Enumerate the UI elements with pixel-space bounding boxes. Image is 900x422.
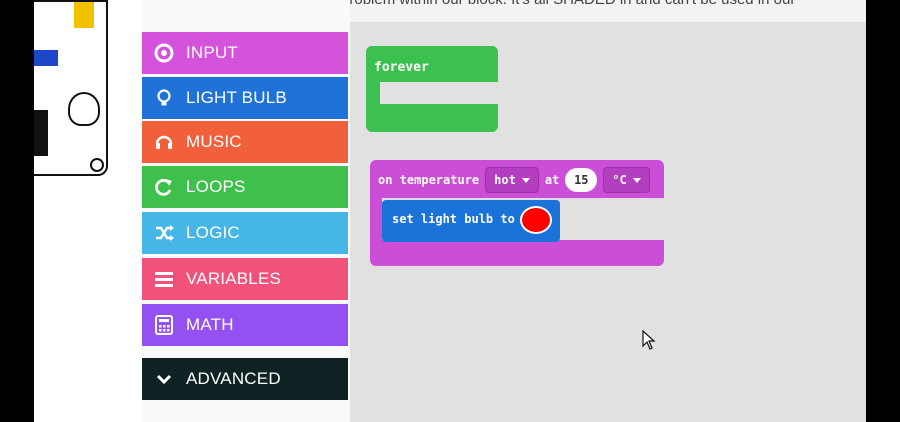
list-icon xyxy=(154,269,174,289)
mouse-cursor-icon xyxy=(642,329,656,355)
simulator-board[interactable] xyxy=(34,0,108,176)
caret-down-icon xyxy=(632,177,641,183)
toolbox-label: MATH xyxy=(186,315,234,334)
toolbox-loops[interactable]: LOOPS xyxy=(142,166,348,208)
toolbox-music[interactable]: MUSIC xyxy=(142,121,348,163)
unit-dropdown[interactable]: °C xyxy=(603,167,650,193)
toolbox-light-bulb[interactable]: LIGHT BULB xyxy=(142,77,348,119)
lightbulb-icon xyxy=(68,92,100,126)
shuffle-icon xyxy=(154,223,174,243)
forever-block[interactable]: forever xyxy=(366,46,498,132)
app-frame: still have a problem within our block. I… xyxy=(34,0,866,422)
blocks-workspace[interactable]: forever on temperature hot at 15 °C set … xyxy=(350,22,866,422)
toolbox-label: VARIABLES xyxy=(186,269,282,288)
caret-down-icon xyxy=(521,177,530,183)
toolbox-label: LOGIC xyxy=(186,223,240,242)
circle-dot-icon xyxy=(154,43,174,63)
toolbox-advanced[interactable]: ADVANCED xyxy=(142,358,348,400)
chevron-down-icon xyxy=(154,369,174,389)
toolbox-label: ADVANCED xyxy=(186,369,281,388)
toolbox-label: LOOPS xyxy=(186,177,246,196)
unit-value: °C xyxy=(612,173,627,187)
refresh-icon xyxy=(154,177,174,197)
color-picker[interactable] xyxy=(520,206,552,234)
lightbulb-icon xyxy=(154,88,174,108)
toolbox-math[interactable]: MATH xyxy=(142,304,348,346)
toolbox-label: LIGHT BULB xyxy=(186,88,287,107)
headphones-icon xyxy=(154,132,174,152)
right-letterbox xyxy=(866,0,900,422)
condition-dropdown[interactable]: hot xyxy=(485,167,539,193)
set-light-bulb-block[interactable]: set light bulb to xyxy=(382,200,560,242)
temperature-input[interactable]: 15 xyxy=(565,168,598,192)
pin-strip xyxy=(74,2,94,28)
toolbox: INPUT LIGHT BULB MUSIC LOOPS LOGIC VARIA… xyxy=(142,0,350,422)
board-hole xyxy=(90,158,104,172)
calculator-icon xyxy=(154,315,174,335)
toolbox-input[interactable]: INPUT xyxy=(142,32,348,74)
toolbox-variables[interactable]: VARIABLES xyxy=(142,258,348,300)
toolbox-label: INPUT xyxy=(186,43,238,62)
set-light-bulb-label: set light bulb to xyxy=(392,212,515,226)
at-label: at xyxy=(544,173,560,187)
board-connector xyxy=(34,50,58,66)
condition-value: hot xyxy=(494,173,516,187)
event-prefix: on temperature xyxy=(378,173,480,187)
speaker-icon xyxy=(34,110,48,156)
toolbox-label: MUSIC xyxy=(186,132,242,151)
toolbox-logic[interactable]: LOGIC xyxy=(142,212,348,254)
forever-label: forever xyxy=(374,60,429,75)
forever-slot xyxy=(380,82,498,104)
